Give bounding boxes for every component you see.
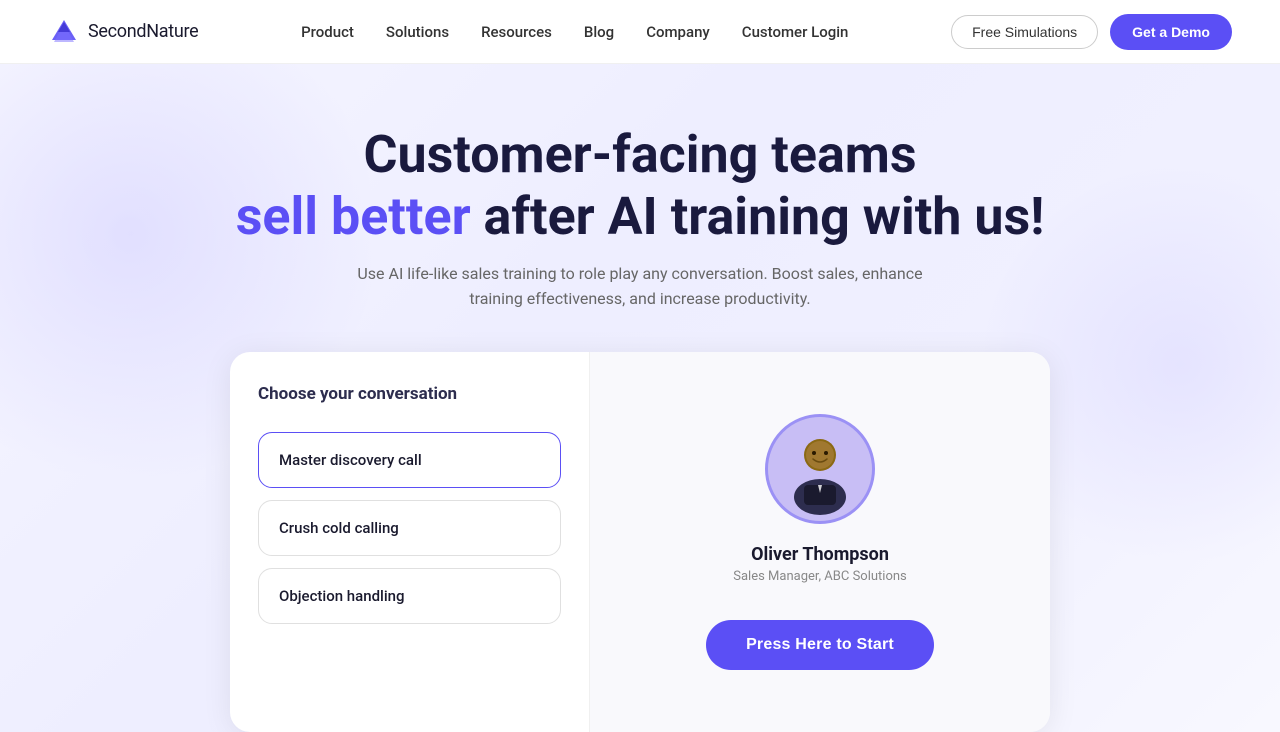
free-simulations-button[interactable]: Free Simulations <box>951 15 1098 49</box>
conversation-item-cold-calling[interactable]: Crush cold calling <box>258 500 561 556</box>
nav-blog[interactable]: Blog <box>584 23 614 41</box>
agent-avatar <box>765 414 875 524</box>
hero-section: Customer-facing teams sell better after … <box>0 64 1280 732</box>
navbar: SecondNature Product Solutions Resources… <box>0 0 1280 64</box>
card-left: Choose your conversation Master discover… <box>230 352 590 732</box>
hero-text: Customer-facing teams sell better after … <box>48 124 1232 312</box>
agent-role: Sales Manager, ABC Solutions <box>733 569 907 584</box>
conversation-card: Choose your conversation Master discover… <box>230 352 1050 732</box>
card-right: Oliver Thompson Sales Manager, ABC Solut… <box>590 352 1050 732</box>
card-section-title: Choose your conversation <box>258 384 561 404</box>
hero-subtitle: Use AI life-like sales training to role … <box>350 261 930 312</box>
logo-icon <box>48 16 80 48</box>
logo[interactable]: SecondNature <box>48 16 198 48</box>
get-demo-button[interactable]: Get a Demo <box>1110 14 1232 50</box>
avatar-image <box>768 417 872 521</box>
start-button[interactable]: Press Here to Start <box>706 620 934 670</box>
nav-company[interactable]: Company <box>646 23 710 41</box>
hero-title: Customer-facing teams sell better after … <box>48 124 1232 249</box>
conversation-item-objection[interactable]: Objection handling <box>258 568 561 624</box>
nav-solutions[interactable]: Solutions <box>386 23 449 41</box>
conversation-item-discovery[interactable]: Master discovery call <box>258 432 561 488</box>
nav-product[interactable]: Product <box>301 23 354 41</box>
nav-links: Product Solutions Resources Blog Company… <box>301 22 848 41</box>
nav-actions: Free Simulations Get a Demo <box>951 14 1232 50</box>
nav-resources[interactable]: Resources <box>481 23 552 41</box>
nav-customer-login[interactable]: Customer Login <box>742 23 849 41</box>
logo-text: SecondNature <box>88 21 198 42</box>
conversation-list: Master discovery call Crush cold calling… <box>258 432 561 624</box>
agent-name: Oliver Thompson <box>751 544 889 565</box>
